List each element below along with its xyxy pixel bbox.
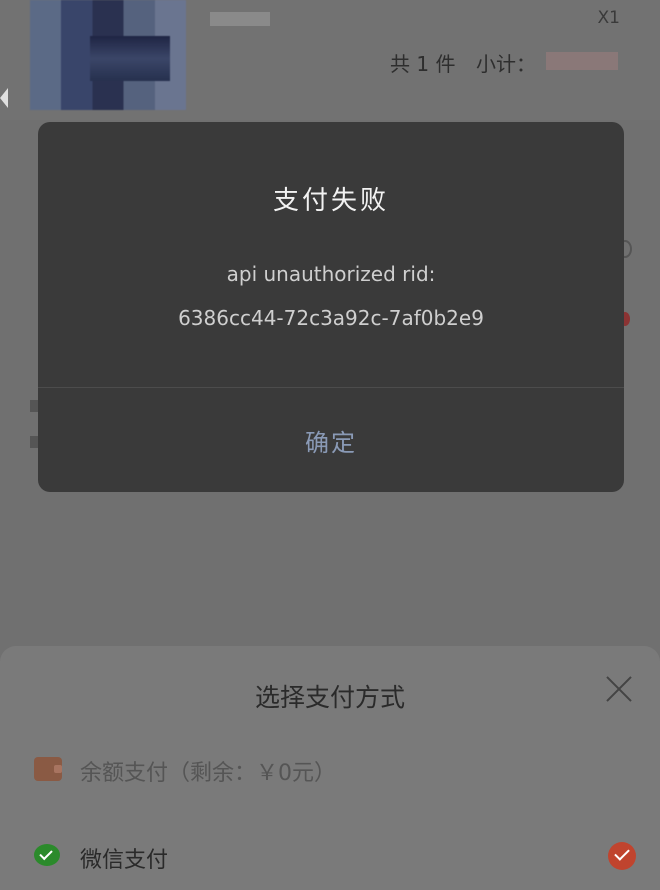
subtotal-label: 小计：: [476, 52, 536, 76]
dialog-title: 支付失败: [272, 186, 389, 216]
wechat-pay-icon: [34, 844, 60, 866]
product-name-redacted: [210, 12, 270, 26]
payment-option-wechat[interactable]: 微信支付: [0, 832, 660, 882]
background-marker: [30, 436, 38, 448]
order-item-card: X1 共 1 件 小计：: [0, 0, 660, 120]
payment-failed-dialog: 支付失败 api unauthorized rid: 6386cc44-72c3…: [38, 122, 624, 492]
payment-option-balance[interactable]: 余额支付（剩余：￥0元）: [0, 745, 660, 795]
item-quantity: X1: [597, 8, 620, 28]
item-count: 共 1 件: [390, 52, 456, 76]
dialog-message-line: api unauthorized rid:: [226, 262, 436, 286]
close-icon[interactable]: [604, 674, 634, 704]
background-marker: [30, 400, 38, 412]
selected-check-icon[interactable]: [608, 842, 636, 870]
subtotal-value-redacted: [546, 52, 618, 70]
confirm-button[interactable]: 确定: [38, 388, 624, 492]
dialog-message: api unauthorized rid: 6386cc44-72c3a92c-…: [78, 252, 584, 340]
dialog-message-line: 6386cc44-72c3a92c-7af0b2e9: [178, 306, 484, 330]
product-thumbnail: [30, 0, 186, 110]
payment-option-label: 微信支付: [80, 848, 169, 873]
wallet-icon: [34, 757, 62, 781]
payment-option-label: 余额支付（剩余：￥0元）: [80, 761, 336, 786]
payment-method-sheet: 选择支付方式 余额支付（剩余：￥0元） 微信支付: [0, 646, 660, 890]
back-arrow-icon[interactable]: [0, 88, 8, 108]
sheet-title: 选择支付方式: [254, 683, 405, 712]
